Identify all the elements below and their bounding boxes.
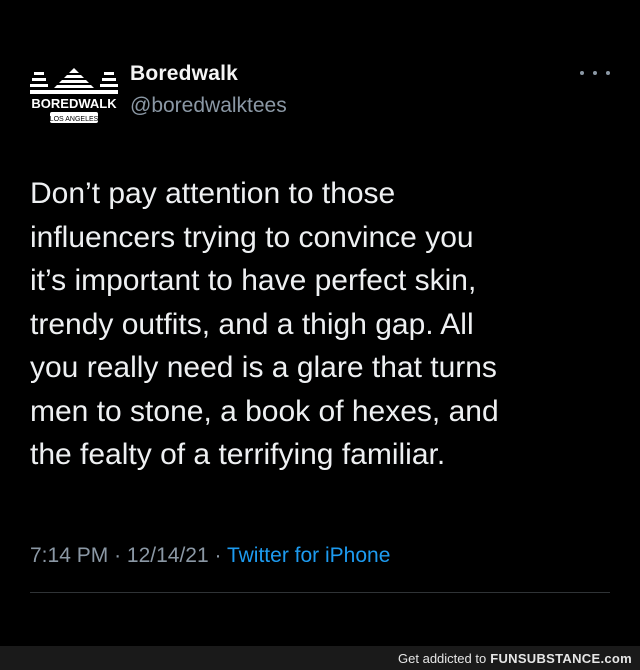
tweet-line: Don’t pay attention to those xyxy=(30,177,396,210)
author-name[interactable]: Boredwalk xyxy=(130,62,238,86)
tweet-source-link[interactable]: Twitter for iPhone xyxy=(227,544,390,567)
tweet-line: men to stone, a book of hexes, and xyxy=(30,394,499,428)
tweet-line: it’s important to have perfect skin, xyxy=(30,264,477,297)
meta-separator: · xyxy=(114,544,122,567)
watermark-brand: FUNSUBSTANCE.com xyxy=(490,651,632,666)
logo-wordmark: BOREDWALK xyxy=(31,96,117,111)
divider xyxy=(30,592,610,593)
tweet-line: influencers trying to convince you xyxy=(30,220,474,254)
tweet-time[interactable]: 7:14 PM xyxy=(30,544,108,567)
author-handle[interactable]: @boredwalktees xyxy=(130,94,287,118)
meta-separator: · xyxy=(214,544,222,567)
site-watermark: Get addicted to FUNSUBSTANCE.com xyxy=(0,646,640,670)
watermark-prefix: Get addicted to xyxy=(398,650,487,666)
boredwalk-logo-icon[interactable]: BOREDWALK LOS ANGELES xyxy=(28,64,120,128)
tweet-date[interactable]: 12/14/21 xyxy=(127,544,209,567)
watermark-brand-name: FUNSUBSTANCE xyxy=(490,650,601,666)
dot xyxy=(580,71,584,75)
dot xyxy=(593,71,597,75)
tweet-text: Don’t pay attention to those influencers… xyxy=(30,172,610,477)
watermark-suffix: .com xyxy=(600,650,632,666)
dot xyxy=(606,71,610,75)
tweet-line: you really need is a glare that turns xyxy=(30,351,497,384)
tweet-line: the fealty of a terrifying familiar. xyxy=(30,438,446,471)
tweet-metadata: 7:14 PM · 12/14/21 · Twitter for iPhone xyxy=(30,544,390,568)
logo-subtext: LOS ANGELES xyxy=(50,116,99,123)
tweet-line: trendy outfits, and a thigh gap. All xyxy=(30,307,474,341)
more-options-icon[interactable] xyxy=(580,66,610,80)
tweet-card: BOREDWALK LOS ANGELES Boredwalk @boredwa… xyxy=(0,0,640,646)
